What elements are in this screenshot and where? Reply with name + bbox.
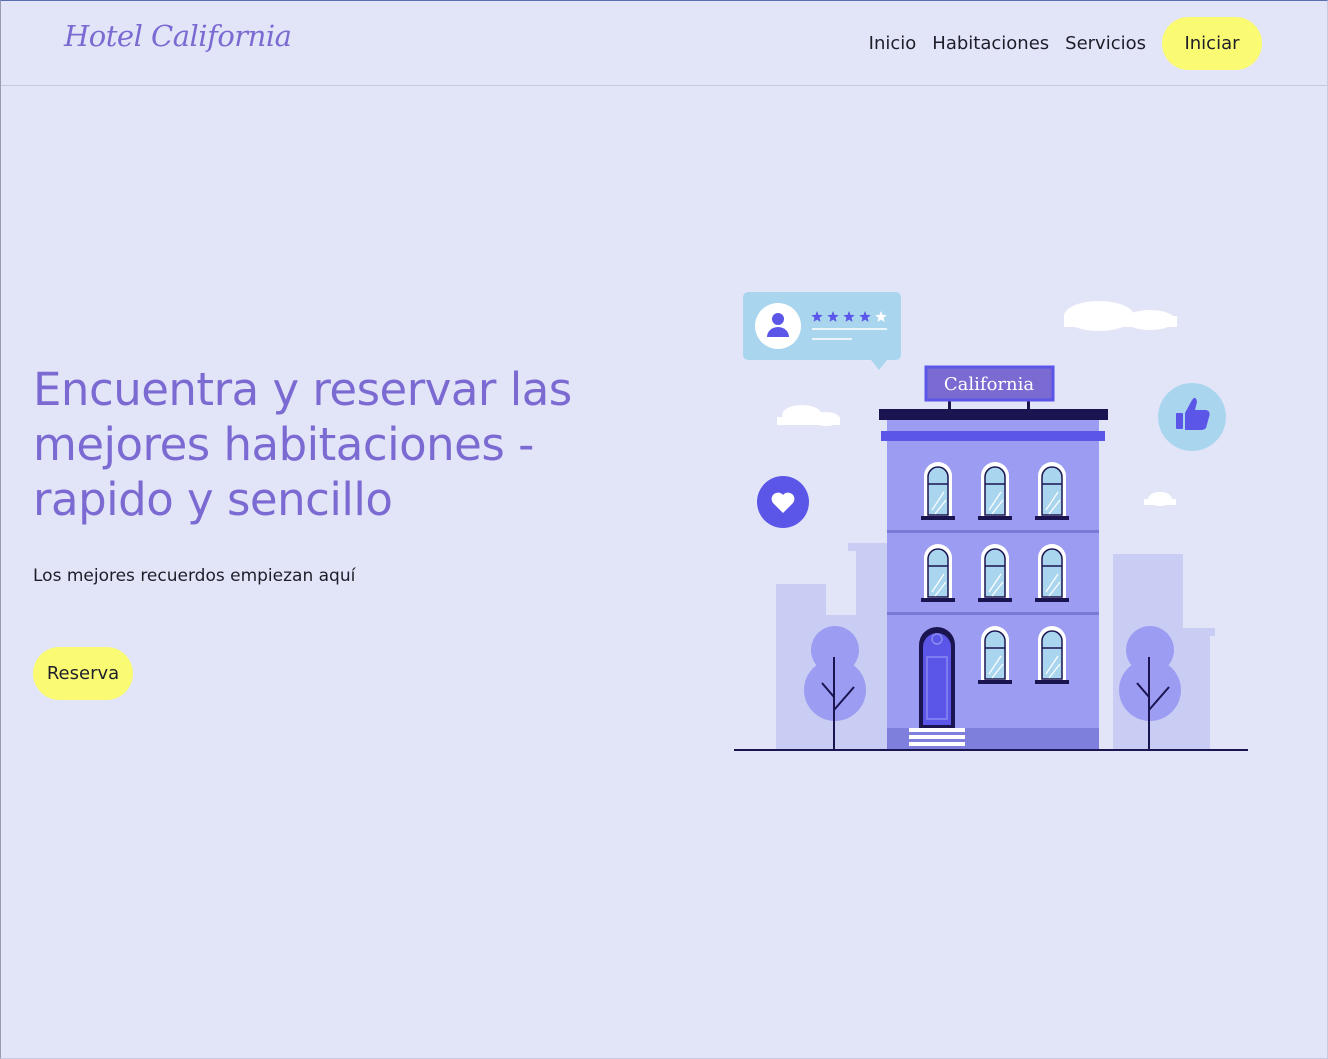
nav-link-inicio[interactable]: Inicio [869,33,917,54]
cloud-icon [777,405,840,426]
window [1035,544,1069,602]
top-navbar: Hotel California Inicio Habitaciones Ser… [1,1,1327,86]
hotel-illustration: California [734,292,1248,751]
window [1035,462,1069,520]
user-icon [755,303,801,349]
cloud-icon [1064,301,1177,331]
hero-subtitle: Los mejores recuerdos empiezan aquí [33,566,356,586]
main-nav: Inicio Habitaciones Servicios Iniciar [869,17,1262,70]
window [921,462,955,520]
window [978,462,1012,520]
window [978,544,1012,602]
window [1035,626,1069,684]
login-button[interactable]: Iniciar [1162,17,1262,70]
window [921,544,955,602]
nav-link-habitaciones[interactable]: Habitaciones [932,33,1049,54]
review-bubble [743,292,901,370]
hero-title: Encuentra y reservar las mejores habitac… [33,363,572,526]
hotel-sign: California [944,374,1034,395]
window [978,626,1012,684]
heart-icon [757,476,809,528]
cloud-icon [1144,492,1176,506]
thumbs-up-icon [1158,383,1226,451]
nav-link-servicios[interactable]: Servicios [1065,33,1146,54]
logo[interactable]: Hotel California [64,19,292,53]
reserve-button[interactable]: Reserva [33,647,133,700]
